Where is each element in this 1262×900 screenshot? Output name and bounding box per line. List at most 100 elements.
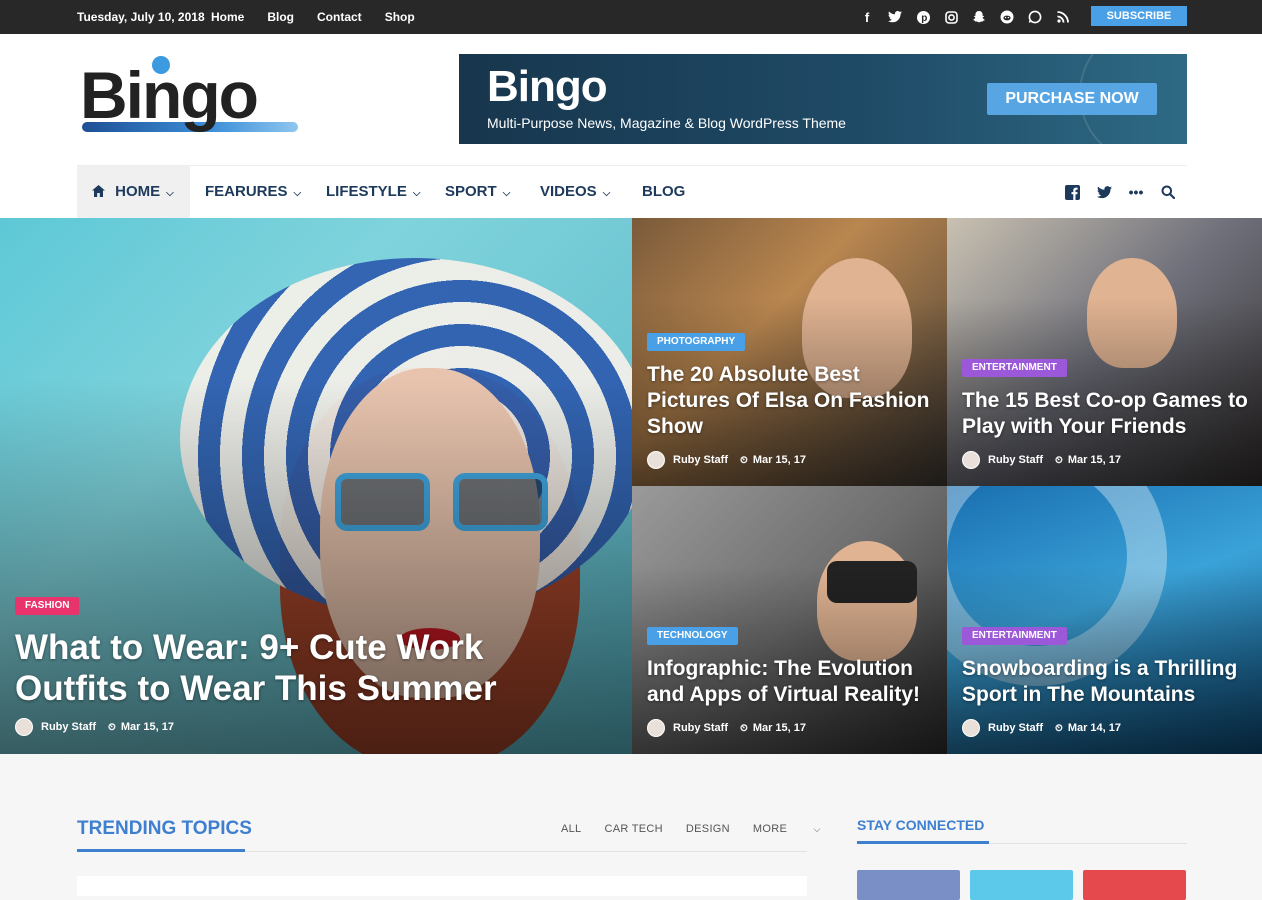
featured-grid: FASHION What to Wear: 9+ Cute Work Outfi…	[0, 218, 1262, 754]
clock-icon: ⏲	[1055, 454, 1063, 466]
post-title[interactable]: The 20 Absolute Best Pictures Of Elsa On…	[647, 362, 937, 440]
category-badge[interactable]: PHOTOGRAPHY	[647, 333, 746, 351]
tab-more[interactable]: MORE ⌵	[753, 823, 844, 835]
whatsapp-icon[interactable]	[1026, 8, 1044, 26]
content-area: TRENDING TOPICS ALL CAR TECH DESIGN MORE…	[0, 754, 1262, 900]
featured-post-4[interactable]: ENTERTAINMENT Snowboarding is a Thrillin…	[947, 486, 1262, 754]
nav-item-label: HOME	[115, 183, 161, 200]
avatar	[15, 718, 33, 736]
tab-more-label: MORE	[752, 823, 788, 835]
post-title[interactable]: Snowboarding is a Thrilling Sport in The…	[962, 656, 1257, 708]
top-link-home[interactable]: Home	[211, 10, 244, 24]
category-badge[interactable]: TECHNOLOGY	[647, 627, 738, 645]
featured-post-1[interactable]: PHOTOGRAPHY The 20 Absolute Best Picture…	[632, 218, 947, 486]
nav-item-home[interactable]: HOME ⌵	[77, 166, 190, 218]
tab-car-tech[interactable]: CAR TECH	[604, 823, 662, 835]
top-bar: Tuesday, July 10, 2018 Home Blog Contact…	[0, 0, 1262, 34]
post-title[interactable]: The 15 Best Co-op Games to Play with You…	[962, 388, 1257, 440]
featured-post-2[interactable]: ENTERTAINMENT The 15 Best Co-op Games to…	[947, 218, 1262, 486]
tab-design[interactable]: DESIGN	[686, 823, 730, 835]
instagram-icon[interactable]	[942, 8, 960, 26]
twitter-follow-button[interactable]	[970, 870, 1073, 900]
post-date: Mar 15, 17	[752, 722, 807, 734]
logo-text: Bingo	[80, 58, 259, 132]
current-date: Tuesday, July 10, 2018	[77, 10, 205, 24]
post-date: Mar 15, 17	[752, 454, 807, 466]
twitter-icon[interactable]	[886, 8, 904, 26]
chevron-down-icon: ⌵	[166, 188, 174, 199]
avatar	[647, 719, 665, 737]
top-link-shop[interactable]: Shop	[385, 10, 415, 24]
chevron-down-icon: ⌵	[293, 188, 302, 199]
home-icon	[92, 183, 109, 200]
post-author[interactable]: Ruby Staff	[41, 721, 96, 733]
nav-right-icons: •••	[1063, 183, 1177, 201]
chevron-down-icon: ⌵	[412, 188, 421, 199]
top-link-blog[interactable]: Blog	[267, 10, 294, 24]
nav-item-sport[interactable]: SPORT ⌵	[445, 166, 510, 218]
clock-icon: ⏲	[1055, 722, 1063, 734]
nav-item-videos[interactable]: VIDEOS ⌵	[540, 166, 610, 218]
category-badge[interactable]: ENTERTAINMENT	[962, 359, 1067, 377]
reddit-icon[interactable]	[998, 8, 1016, 26]
top-social: f p	[858, 8, 1072, 26]
nav-item-label: LIFESTYLE	[326, 183, 407, 200]
stay-connected-heading: STAY CONNECTED	[857, 817, 985, 833]
more-icon[interactable]: •••	[1127, 183, 1145, 201]
trending-post-card[interactable]	[77, 876, 807, 896]
nav-item-lifestyle[interactable]: LIFESTYLE ⌵	[326, 166, 420, 218]
category-badge[interactable]: FASHION	[15, 597, 80, 615]
search-icon[interactable]	[1159, 183, 1177, 201]
chevron-down-icon: ⌵	[813, 824, 821, 834]
site-header: Bingo Bingo Multi-Purpose News, Magazine…	[0, 34, 1262, 218]
twitter-icon[interactable]	[1095, 183, 1113, 201]
post-author[interactable]: Ruby Staff	[988, 722, 1043, 734]
pinterest-follow-button[interactable]	[1083, 870, 1186, 900]
post-author[interactable]: Ruby Staff	[673, 722, 728, 734]
top-link-contact[interactable]: Contact	[317, 10, 362, 24]
post-meta: Ruby Staff ⏲ Mar 15, 17	[15, 718, 174, 736]
svg-text:p: p	[921, 13, 927, 24]
banner-subtitle: Multi-Purpose News, Magazine & Blog Word…	[487, 115, 846, 131]
post-title[interactable]: What to Wear: 9+ Cute Work Outfits to We…	[15, 627, 575, 709]
avatar	[647, 451, 665, 469]
nav-item-blog[interactable]: BLOG	[642, 166, 685, 218]
post-date: Mar 14, 17	[1067, 722, 1122, 734]
nav-item-label: FEARURES	[205, 183, 288, 200]
clock-icon: ⏲	[740, 454, 748, 466]
facebook-icon[interactable]	[1063, 183, 1081, 201]
trending-divider	[77, 849, 807, 852]
tab-all[interactable]: ALL	[561, 823, 581, 835]
post-meta: Ruby Staff ⏲ Mar 14, 17	[962, 719, 1121, 737]
pinterest-icon[interactable]: p	[914, 8, 932, 26]
post-author[interactable]: Ruby Staff	[988, 454, 1043, 466]
nav-item-label: BLOG	[642, 183, 686, 200]
banner-title: Bingo	[487, 62, 608, 111]
clock-icon: ⏲	[108, 721, 116, 733]
featured-post-main[interactable]: FASHION What to Wear: 9+ Cute Work Outfi…	[0, 218, 632, 754]
trending-tabs: ALL CAR TECH DESIGN MORE ⌵	[561, 823, 867, 835]
rss-icon[interactable]	[1054, 8, 1072, 26]
nav-item-label: SPORT	[445, 183, 497, 200]
post-meta: Ruby Staff ⏲ Mar 15, 17	[647, 451, 806, 469]
facebook-follow-button[interactable]	[857, 870, 960, 900]
featured-post-3[interactable]: TECHNOLOGY Infographic: The Evolution an…	[632, 486, 947, 754]
header-banner-ad[interactable]: Bingo Multi-Purpose News, Magazine & Blo…	[459, 54, 1187, 144]
avatar	[962, 451, 980, 469]
logo-dot	[152, 56, 170, 74]
post-author[interactable]: Ruby Staff	[673, 454, 728, 466]
snapchat-icon[interactable]	[970, 8, 988, 26]
category-badge[interactable]: ENTERTAINMENT	[962, 627, 1067, 645]
purchase-now-button[interactable]: PURCHASE NOW	[987, 83, 1157, 115]
clock-icon: ⏲	[740, 722, 748, 734]
facebook-icon[interactable]: f	[858, 8, 876, 26]
post-title[interactable]: Infographic: The Evolution and Apps of V…	[647, 656, 937, 708]
post-date: Mar 15, 17	[120, 721, 175, 733]
site-logo[interactable]: Bingo	[80, 56, 300, 138]
stay-connected-divider	[857, 841, 1187, 844]
post-meta: Ruby Staff ⏲ Mar 15, 17	[647, 719, 806, 737]
chevron-down-icon: ⌵	[502, 188, 511, 199]
nav-item-features[interactable]: FEARURES ⌵	[205, 166, 301, 218]
subscribe-button[interactable]: SUBSCRIBE	[1091, 6, 1187, 26]
avatar	[962, 719, 980, 737]
